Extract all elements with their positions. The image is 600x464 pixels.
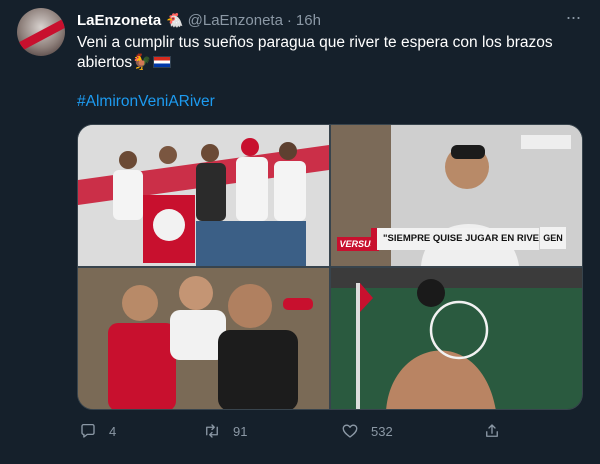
photo-player-celebration-art bbox=[331, 268, 582, 409]
photo-group-river-fans-art bbox=[78, 125, 329, 266]
like-count: 532 bbox=[371, 423, 393, 439]
reply-button[interactable]: 4 bbox=[79, 420, 116, 442]
avatar-stripe bbox=[17, 15, 65, 54]
photo-three-friends-art bbox=[78, 268, 329, 409]
more-icon[interactable]: ··· bbox=[562, 8, 584, 30]
tv-quote-banner: "SIEMPRE QUISE JUGAR EN RIVER" bbox=[371, 228, 539, 250]
like-icon bbox=[342, 424, 358, 438]
tweet-text-container: Veni a cumplir tus sueños paragua que ri… bbox=[77, 33, 577, 73]
rooster-emoji-icon: 🐔 bbox=[166, 11, 184, 28]
share-icon bbox=[486, 424, 498, 437]
media-grid: VERSUS "SIEMPRE QUISE JUGAR EN RIVER" GE… bbox=[77, 124, 583, 410]
handle[interactable]: @LaEnzoneta bbox=[188, 12, 283, 29]
photo-player-celebration[interactable] bbox=[331, 268, 582, 409]
tweet-header: LaEnzoneta 🐔 @LaEnzoneta · 16h bbox=[77, 10, 321, 30]
retweet-count: 91 bbox=[233, 423, 248, 439]
tweet-actions: 4 91 532 bbox=[77, 420, 583, 442]
reply-icon bbox=[81, 423, 95, 438]
hashtag-link[interactable]: #AlmironVeniARiver bbox=[77, 93, 215, 111]
paraguay-flag-icon bbox=[153, 56, 172, 68]
avatar[interactable] bbox=[17, 8, 65, 56]
tv-tag: GEN bbox=[540, 227, 566, 249]
share-button[interactable] bbox=[483, 420, 513, 442]
like-button[interactable]: 532 bbox=[341, 420, 393, 442]
tweet-text: Veni a cumplir tus sueños paragua que ri… bbox=[77, 34, 553, 71]
photo-group-river-fans[interactable] bbox=[78, 125, 329, 266]
photo-three-friends[interactable] bbox=[78, 268, 329, 409]
separator-dot: · bbox=[286, 11, 292, 29]
timestamp[interactable]: 16h bbox=[296, 12, 321, 29]
display-name[interactable]: LaEnzoneta bbox=[77, 12, 161, 29]
tweet[interactable]: LaEnzoneta 🐔 @LaEnzoneta · 16h ··· Veni … bbox=[0, 0, 600, 464]
retweet-icon bbox=[206, 424, 218, 438]
retweet-button[interactable]: 91 bbox=[203, 420, 247, 442]
reply-count: 4 bbox=[109, 423, 117, 439]
photo-tv-interview[interactable]: VERSUS "SIEMPRE QUISE JUGAR EN RIVER" GE… bbox=[331, 125, 582, 266]
